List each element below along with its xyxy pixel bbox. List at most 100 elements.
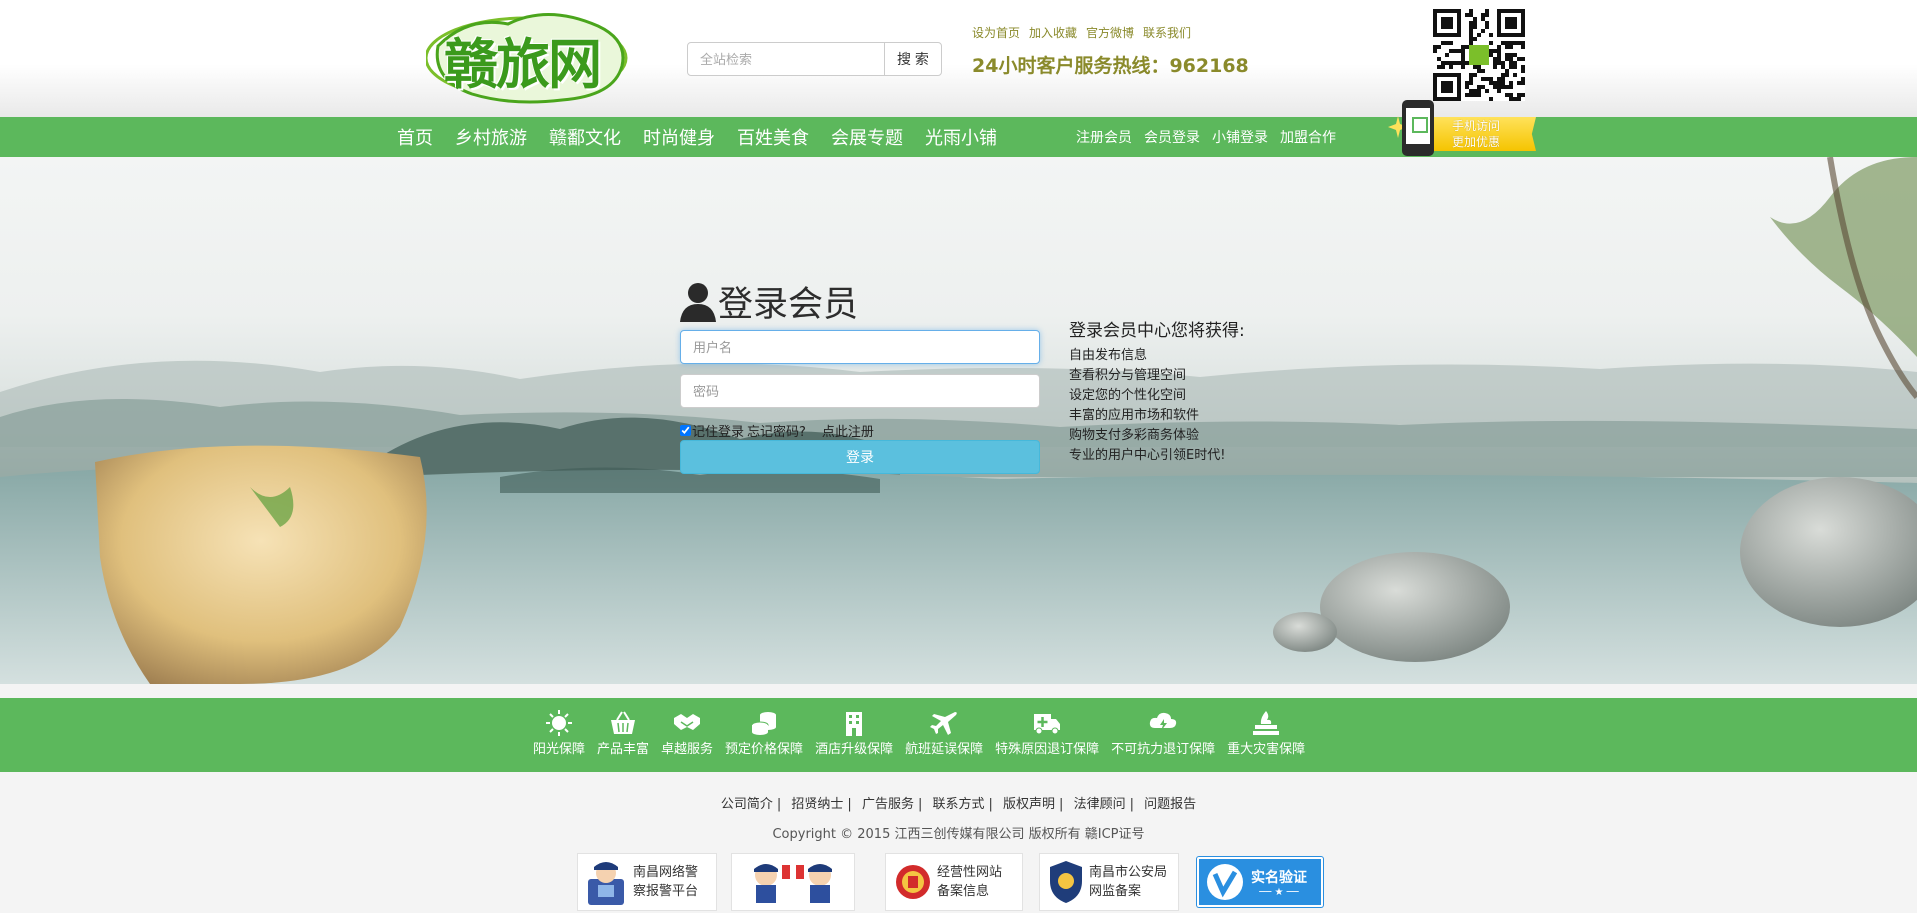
benefit-item: 丰富的应用市场和软件 [1069,408,1200,423]
landscape-background [0,157,1917,684]
police-mascots-icon [754,864,832,903]
business-website-badge[interactable]: 经营性网站 备案信息 [885,853,1023,911]
footer-links: 公司简介 | 招贤纳士 | 广告服务 | 联系方式 | 版权声明 | 法律顾问 | 问题报告 [720,797,1197,812]
footer-link-about[interactable]: 公司简介 [721,797,773,812]
nav-partner-link[interactable]: 加盟合作 [1280,127,1336,147]
hotline-text: 24小时客户服务热线：962168 [972,55,1249,77]
guarantee-sunshine[interactable]: 阳光保障 [533,710,585,757]
ambulance-icon [1034,714,1061,735]
badge-line: 备案信息 [937,884,990,899]
footer-link-ads[interactable]: 广告服务 [862,797,914,812]
nav-item-food[interactable]: 百姓美食 [737,124,809,150]
footer-link-careers[interactable]: 招贤纳士 [791,797,843,812]
badge-line: 网监备案 [1089,884,1142,899]
forgot-password-link[interactable]: 忘记密码? [747,421,806,440]
contact-us-link[interactable]: 联系我们 [1143,24,1191,41]
nav-item-home[interactable]: 首页 [397,124,433,150]
nav-shop-login-link[interactable]: 小铺登录 [1212,127,1268,147]
nav-register-link[interactable]: 注册会员 [1076,127,1132,147]
footer-link-contact[interactable]: 联系方式 [932,797,984,812]
guarantee-label: 航班延误保障 [905,742,984,757]
login-title: 登录会员 [680,276,858,327]
nav-item-shop[interactable]: 光雨小铺 [925,124,997,150]
guarantee-label: 预定价格保障 [725,742,804,757]
set-homepage-link[interactable]: 设为首页 [972,24,1020,41]
nav-item-fitness[interactable]: 时尚健身 [643,124,715,150]
nav-login-link[interactable]: 会员登录 [1144,127,1200,147]
user-nav-items: 注册会员 会员登录 小铺登录 加盟合作 [1076,117,1336,157]
login-title-text: 登录会员 [718,285,859,325]
guarantee-flight[interactable]: 航班延误保障 [905,710,983,757]
coins-icon [751,712,777,735]
guarantee-price[interactable]: 预定价格保障 [725,710,803,757]
footer-link-legal[interactable]: 法律顾问 [1074,797,1126,812]
main-nav-items: 首页 乡村旅游 赣鄱文化 时尚健身 百姓美食 会展专题 光雨小铺 [397,117,997,157]
nav-item-culture[interactable]: 赣鄱文化 [549,124,621,150]
guarantee-products[interactable]: 产品丰富 [597,710,649,757]
real-name-verified-badge[interactable]: 实名验证 ── ★ ── [1197,853,1325,911]
basket-icon [611,711,636,734]
police-mascots-badge[interactable] [731,853,855,911]
guarantee-label: 卓越服务 [661,742,714,757]
badge-line: 察报警平台 [633,884,699,899]
guarantee-list: 阳光保障 产品丰富 卓越服务 预定价格保障 酒店升级保障 航班延误保障 特殊原因… [533,710,1317,757]
register-link[interactable]: 点此注册 [822,421,874,440]
main-nav: 首页 乡村旅游 赣鄱文化 时尚健身 百姓美食 会展专题 光雨小铺 注册会员 会员… [0,100,1917,157]
footer-link-copyright[interactable]: 版权声明 [1003,797,1055,812]
disaster-icon [1253,711,1280,735]
qr-code-image [1433,9,1525,101]
footer-link-report[interactable]: 问题报告 [1144,797,1196,812]
guarantee-disaster[interactable]: 重大灾害保障 [1227,710,1305,757]
red-shield-icon [896,865,930,899]
guarantee-label: 重大灾害保障 [1227,742,1306,757]
site-logo[interactable]: 赣旅网 [424,6,632,106]
password-field[interactable] [680,374,1040,408]
guarantee-hotel[interactable]: 酒店升级保障 [815,710,893,757]
site-header: 赣旅网 搜 索 设为首页 加入收藏 官方微博 联系我们 24小时客户服务热线：9… [0,0,1917,117]
remember-login-label[interactable]: 记住登录 [692,421,744,440]
benefit-item: 查看积分与管理空间 [1069,368,1187,383]
handshake-icon [674,714,701,730]
nav-item-exhibition[interactable]: 会展专题 [831,124,903,150]
hotel-icon [846,712,863,736]
mobile-phone-icon [1402,100,1434,156]
guarantee-label: 不可抗力退订保障 [1111,742,1216,757]
benefit-item: 设定您的个性化空间 [1069,388,1187,403]
sun-icon [546,710,572,736]
search-button[interactable]: 搜 索 [884,42,942,76]
copyright-text: Copyright © 2015 江西三创传媒有限公司 版权所有 赣ICP证号 [772,827,1145,842]
add-favorite-link[interactable]: 加入收藏 [1029,24,1077,41]
username-field[interactable] [680,330,1040,364]
guarantee-bar: 阳光保障 产品丰富 卓越服务 预定价格保障 酒店升级保障 航班延误保障 特殊原因… [0,698,1917,772]
storm-cloud-icon [1149,712,1177,731]
verified-v-icon [1207,864,1243,900]
guarantee-special-refund[interactable]: 特殊原因退订保障 [995,710,1099,757]
remember-login-checkbox[interactable] [680,425,691,436]
top-links: 设为首页 加入收藏 官方微博 联系我们 [972,24,1191,41]
logo-text: 赣旅网 [444,32,602,96]
cyber-police-badge[interactable]: 南昌网络警 察报警平台 [577,853,717,911]
promo-line-1: 手机访问 [1452,119,1501,133]
police-officer-icon [588,862,624,905]
benefit-item: 购物支付多彩商务体验 [1069,428,1200,443]
user-icon [680,282,716,322]
guarantee-label: 产品丰富 [597,742,650,757]
guarantee-label: 酒店升级保障 [815,742,894,757]
badge-line: 经营性网站 [937,865,1003,880]
nav-item-rural-travel[interactable]: 乡村旅游 [455,124,527,150]
benefits-title: 登录会员中心您将获得: [1069,321,1245,341]
public-security-badge[interactable]: 南昌市公安局 网监备案 [1039,853,1179,911]
guarantee-force-majeure[interactable]: 不可抗力退订保障 [1111,710,1215,757]
search-input[interactable] [687,42,885,76]
airplane-icon [930,712,957,735]
official-weibo-link[interactable]: 官方微博 [1086,24,1134,41]
verified-subline: ── ★ ── [1259,886,1299,898]
mobile-access-promo[interactable]: 手机访问 更加优惠 [1388,98,1536,156]
badge-line: 南昌市公安局 [1089,865,1168,880]
login-banner: 登录会员 [0,157,1917,684]
guarantee-service[interactable]: 卓越服务 [661,710,713,757]
certification-badges: 南昌网络警 察报警平台 经营性网站 备案信息 南昌市公安局 网监备案 实名验证 … [577,853,1325,913]
login-submit-button[interactable]: 登录 [680,440,1040,474]
benefit-item: 专业的用户中心引领E时代! [1069,448,1226,463]
benefit-item: 自由发布信息 [1069,348,1148,363]
